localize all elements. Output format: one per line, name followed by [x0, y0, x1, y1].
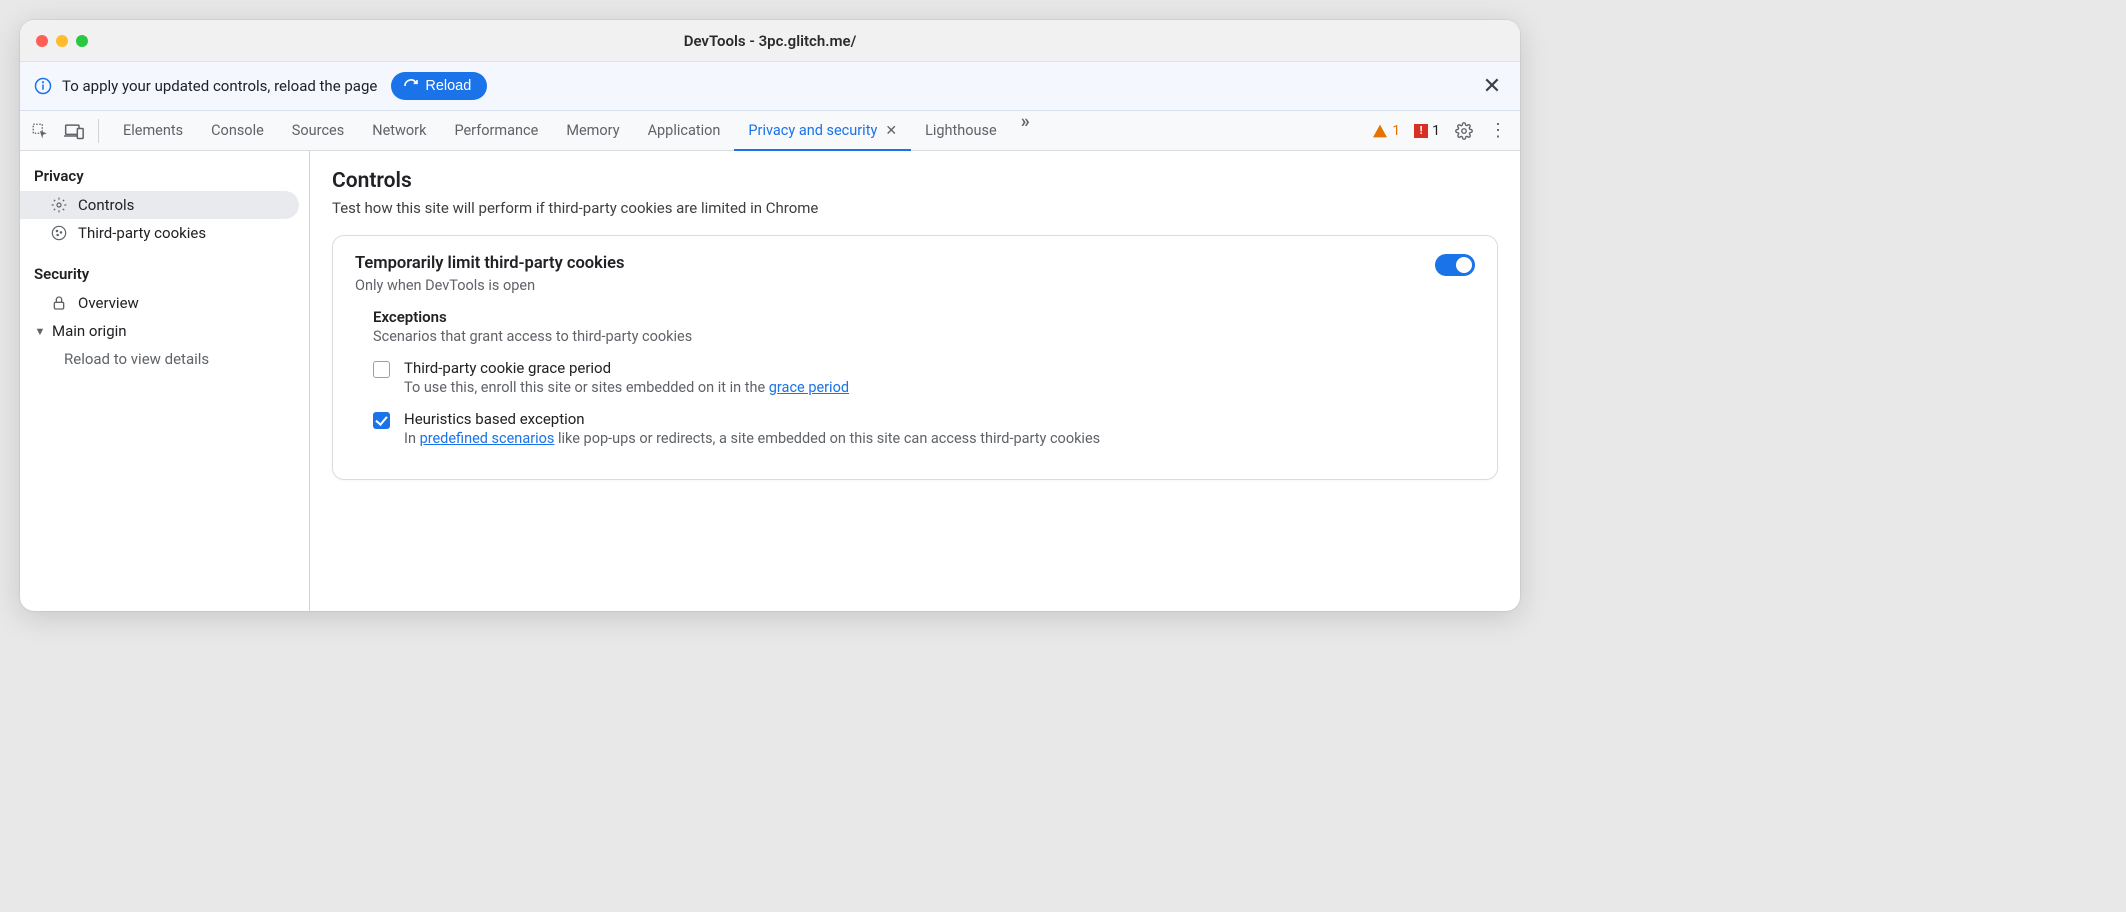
heuristics-description: In predefined scenarios like pop-ups or …	[404, 430, 1100, 447]
card-header: Temporarily limit third-party cookies On…	[355, 254, 1475, 294]
info-icon	[34, 77, 52, 95]
sidebar-item-label: Main origin	[52, 322, 127, 340]
infobar: To apply your updated controls, reload t…	[20, 62, 1520, 111]
heuristics-label: Heuristics based exception	[404, 410, 1100, 428]
warnings-badge[interactable]: 1	[1372, 123, 1400, 139]
sidebar-heading-security: Security	[20, 259, 309, 289]
reload-icon	[403, 78, 419, 94]
window-title: DevTools - 3pc.glitch.me/	[20, 32, 1520, 50]
page-title: Controls	[332, 169, 1498, 193]
sidebar-item-third-party-cookies[interactable]: Third-party cookies	[20, 219, 309, 247]
toolbar-divider	[98, 119, 99, 143]
kebab-icon: ⋮	[1489, 122, 1507, 140]
chevron-double-right-icon: »	[1021, 111, 1030, 132]
exception-heuristics: Heuristics based exception In predefined…	[373, 410, 1475, 447]
sidebar-heading-privacy: Privacy	[20, 161, 309, 191]
grace-period-checkbox[interactable]	[373, 361, 390, 378]
predefined-scenarios-link[interactable]: predefined scenarios	[420, 430, 555, 447]
grace-period-label: Third-party cookie grace period	[404, 359, 849, 377]
tab-network[interactable]: Network	[358, 111, 440, 150]
gear-icon	[1455, 122, 1473, 140]
infobar-text: To apply your updated controls, reload t…	[62, 77, 377, 95]
titlebar: DevTools - 3pc.glitch.me/	[20, 20, 1520, 62]
infobar-close-button[interactable]: ✕	[1478, 72, 1506, 100]
tab-memory[interactable]: Memory	[552, 111, 633, 150]
devtools-window: DevTools - 3pc.glitch.me/ To apply your …	[20, 20, 1520, 611]
device-toolbar-icon[interactable]	[64, 121, 84, 141]
close-window-button[interactable]	[36, 35, 48, 47]
warnings-count: 1	[1392, 123, 1400, 139]
limit-cookies-toggle[interactable]	[1435, 254, 1475, 276]
sidebar-item-controls[interactable]: Controls	[20, 191, 299, 219]
sidebar-reload-message: Reload to view details	[20, 345, 309, 373]
reload-button[interactable]: Reload	[391, 72, 487, 100]
heuristics-checkbox[interactable]	[373, 412, 390, 429]
sidebar-item-label: Controls	[78, 196, 134, 214]
grace-period-link[interactable]: grace period	[769, 379, 849, 396]
close-tab-icon[interactable]: ✕	[885, 123, 897, 139]
main-panel: Controls Test how this site will perform…	[310, 151, 1520, 611]
exceptions-subtitle: Scenarios that grant access to third-par…	[373, 328, 1475, 345]
issues-count: 1	[1432, 123, 1440, 139]
sidebar-item-label: Third-party cookies	[78, 224, 206, 242]
issues-badge[interactable]: ! 1	[1414, 123, 1440, 139]
grace-period-description: To use this, enroll this site or sites e…	[404, 379, 849, 396]
exceptions-section: Exceptions Scenarios that grant access t…	[355, 308, 1475, 447]
sidebar-item-main-origin[interactable]: ▼ Main origin	[20, 317, 309, 345]
settings-button[interactable]	[1454, 121, 1474, 141]
toolbar-right: 1 ! 1 ⋮	[1372, 121, 1520, 141]
close-icon: ✕	[1483, 74, 1501, 99]
toolbar-left	[20, 119, 109, 143]
content-area: Privacy Controls Third-party cookies Sec…	[20, 151, 1520, 611]
main-toolbar: Elements Console Sources Network Perform…	[20, 111, 1520, 151]
gear-icon	[50, 196, 68, 214]
minimize-window-button[interactable]	[56, 35, 68, 47]
tab-elements[interactable]: Elements	[109, 111, 197, 150]
exception-grace-period: Third-party cookie grace period To use t…	[373, 359, 1475, 396]
tab-application[interactable]: Application	[634, 111, 735, 150]
inspect-icon[interactable]	[30, 121, 50, 141]
warning-icon	[1372, 124, 1388, 138]
tab-performance[interactable]: Performance	[440, 111, 552, 150]
tab-sources[interactable]: Sources	[278, 111, 358, 150]
more-options-button[interactable]: ⋮	[1488, 121, 1508, 141]
sidebar-item-label: Overview	[78, 294, 139, 312]
chevron-down-icon: ▼	[34, 325, 46, 338]
exceptions-heading: Exceptions	[373, 308, 1475, 326]
cookie-icon	[50, 224, 68, 242]
card-subtitle: Only when DevTools is open	[355, 277, 625, 294]
limit-cookies-card: Temporarily limit third-party cookies On…	[332, 235, 1498, 480]
lock-icon	[50, 294, 68, 312]
tab-console[interactable]: Console	[197, 111, 278, 150]
sidebar-item-overview[interactable]: Overview	[20, 289, 309, 317]
more-tabs-button[interactable]: »	[1011, 111, 1040, 150]
panel-tabs: Elements Console Sources Network Perform…	[109, 111, 1040, 150]
card-title: Temporarily limit third-party cookies	[355, 254, 625, 273]
issue-icon: !	[1414, 124, 1428, 138]
reload-button-label: Reload	[425, 78, 471, 94]
traffic-lights	[20, 35, 88, 47]
maximize-window-button[interactable]	[76, 35, 88, 47]
tab-privacy-and-security[interactable]: Privacy and security ✕	[734, 111, 911, 150]
sidebar: Privacy Controls Third-party cookies Sec…	[20, 151, 310, 611]
tab-lighthouse[interactable]: Lighthouse	[911, 111, 1011, 150]
page-subtitle: Test how this site will perform if third…	[332, 199, 1498, 217]
